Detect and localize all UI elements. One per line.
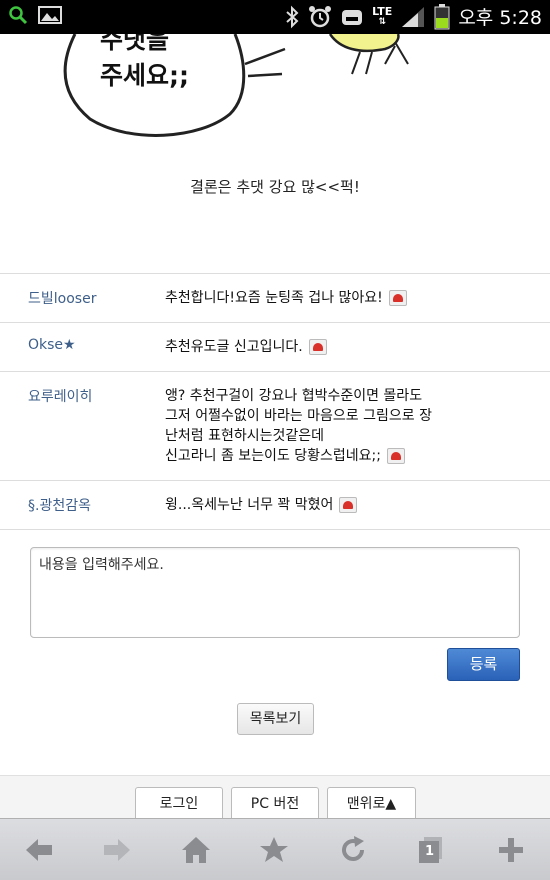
status-bar: LTE ⇅ 오후 5:28	[0, 0, 550, 34]
home-icon[interactable]	[181, 835, 211, 865]
comment-body: 추천유도글 신고입니다.	[165, 337, 455, 357]
comment-text: 추천합니다!요즘 눈팅족 겁나 많아요!	[165, 290, 383, 306]
comment-body: 추천합니다!요즘 눈팅족 겁나 많아요!	[165, 288, 455, 308]
submit-button[interactable]: 등록	[447, 648, 520, 681]
comment-body: 앵? 추천구걸이 강요나 협박수준이면 몰라도 그저 어쩔수없이 바라는 마음으…	[165, 386, 455, 466]
forward-icon[interactable]	[102, 835, 132, 865]
comment-list: 드빌looser 추천합니다!요즘 눈팅족 겁나 많아요! Okse★ 추천유도…	[0, 273, 550, 530]
search-icon	[9, 6, 28, 25]
post-conclusion: 결론은 추댓 강요 많<<퍽!	[190, 178, 360, 196]
comic-image: 주댓을 주세요;;	[0, 34, 550, 144]
browser-toolbar: 1	[0, 818, 550, 880]
bluetooth-icon	[286, 5, 299, 28]
refresh-icon[interactable]	[338, 835, 368, 865]
login-button[interactable]: 로그인	[135, 787, 223, 819]
image-icon	[38, 6, 62, 24]
comic-drawing	[63, 34, 409, 137]
back-icon[interactable]	[24, 835, 54, 865]
comment-text: 윙...옥세누난 너무 꽉 막혔어	[165, 497, 334, 513]
battery-icon	[434, 3, 450, 29]
comic-bubble-line1: 주댓을	[100, 34, 170, 54]
report-icon[interactable]	[339, 497, 358, 513]
tab-count: 1	[425, 844, 435, 859]
report-icon[interactable]	[386, 448, 405, 464]
report-icon[interactable]	[308, 339, 327, 355]
comment-author[interactable]: 요루레이히	[0, 386, 165, 466]
silent-icon	[342, 9, 363, 25]
add-icon[interactable]	[496, 835, 526, 865]
report-icon[interactable]	[388, 290, 407, 306]
clock: 오후 5:28	[458, 7, 542, 29]
alarm-icon	[309, 5, 332, 27]
network-type: LTE ⇅	[372, 4, 393, 27]
bookmark-star-icon[interactable]	[259, 835, 289, 865]
comment-input-placeholder: 내용을 입력해주세요.	[39, 557, 164, 573]
comment-author[interactable]: Okse★	[0, 337, 165, 357]
comment-item: §.광천감옥 윙...옥세누난 너무 꽉 막혔어	[0, 481, 550, 530]
comment-text: 추천유도글 신고입니다.	[165, 339, 303, 355]
comment-item: Okse★ 추천유도글 신고입니다.	[0, 323, 550, 372]
comment-body: 윙...옥세누난 너무 꽉 막혔어	[165, 495, 455, 515]
page-footer: 로그인 PC 버전 맨위로▲	[0, 775, 550, 819]
comment-author[interactable]: 드빌looser	[0, 288, 165, 308]
comment-item: 드빌looser 추천합니다!요즘 눈팅족 겁나 많아요!	[0, 274, 550, 323]
comment-item: 요루레이히 앵? 추천구걸이 강요나 협박수준이면 몰라도 그저 어쩔수없이 바…	[0, 372, 550, 481]
pc-version-button[interactable]: PC 버전	[231, 787, 319, 819]
scroll-top-button[interactable]: 맨위로▲	[327, 787, 416, 819]
comic-bubble-line2: 주세요;;	[100, 61, 189, 90]
comment-author[interactable]: §.광천감옥	[0, 495, 165, 515]
signal-icon	[402, 6, 425, 27]
list-view-button[interactable]: 목록보기	[237, 703, 314, 735]
tabs-icon[interactable]: 1	[416, 835, 446, 865]
comment-input[interactable]: 내용을 입력해주세요.	[30, 547, 520, 638]
